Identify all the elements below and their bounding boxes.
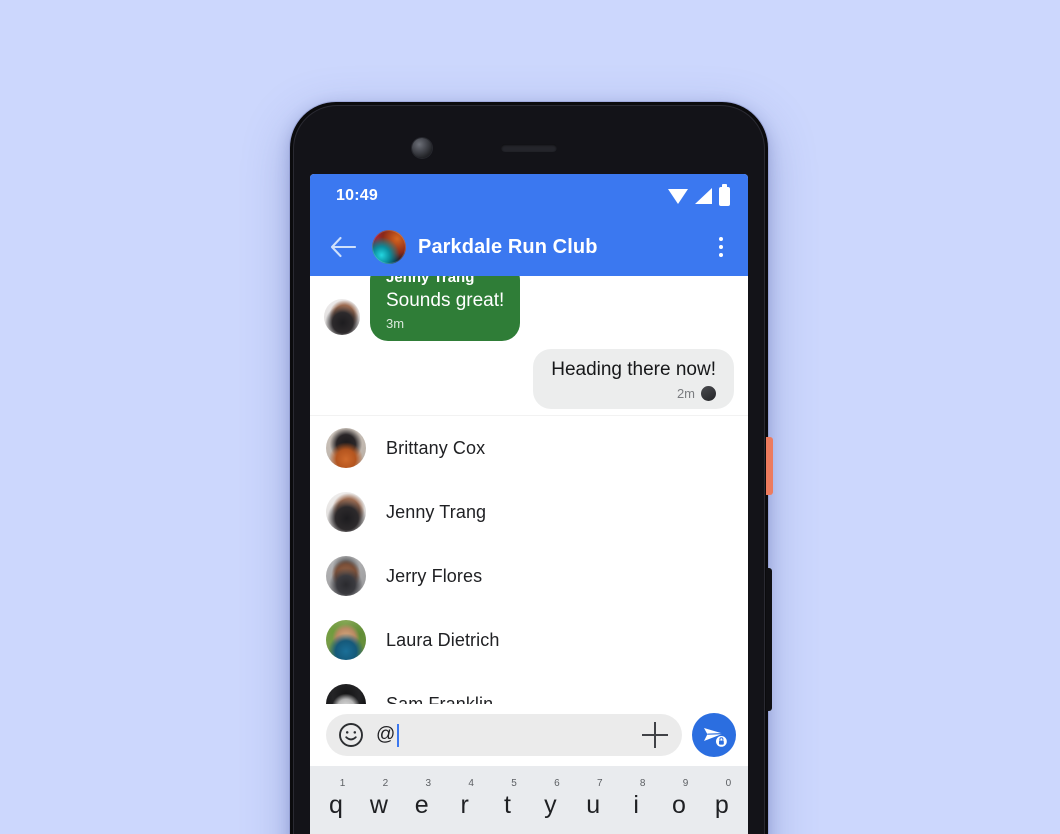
volume-rocker-button[interactable]	[766, 568, 772, 711]
message-row-outgoing: Heading there now! 2m	[310, 349, 748, 409]
message-bubble-outgoing[interactable]: Heading there now! 2m	[533, 349, 734, 409]
list-item[interactable]: Jenny Trang	[310, 480, 748, 544]
phone-device-frame: 10:49 Parkdale Run Club Jenny Trang Soun…	[290, 102, 773, 834]
key-letter: r	[460, 791, 469, 819]
mention-suggestion-list[interactable]: Brittany Cox Jenny Trang Jerry Flores La…	[310, 416, 748, 704]
list-item[interactable]: Laura Dietrich	[310, 608, 748, 672]
mention-name-label: Laura Dietrich	[386, 629, 500, 650]
signal-icon	[695, 188, 712, 204]
message-composer: @	[310, 704, 748, 766]
key-number: 2	[382, 778, 389, 789]
page-title: Parkdale Run Club	[418, 235, 598, 258]
list-item[interactable]: Jerry Flores	[310, 544, 748, 608]
text-caret	[397, 723, 400, 747]
overflow-menu-icon[interactable]	[708, 237, 734, 257]
key-number: 0	[725, 778, 732, 789]
avatar-jenny-trang	[326, 492, 366, 532]
message-input-value: @	[376, 724, 396, 745]
avatar-laura-dietrich	[326, 620, 366, 660]
back-arrow-icon[interactable]	[328, 232, 358, 262]
key-o[interactable]: 9 o	[660, 778, 698, 821]
key-letter: y	[544, 791, 557, 819]
key-number: 4	[468, 778, 474, 789]
message-text: Heading there now!	[551, 359, 716, 380]
wifi-icon	[668, 188, 688, 204]
group-avatar[interactable]	[372, 230, 406, 264]
app-bar: Parkdale Run Club	[310, 218, 748, 276]
message-timestamp: 2m	[676, 386, 695, 401]
key-number: 7	[596, 778, 603, 789]
avatar-brittany-cox	[326, 428, 366, 468]
mention-name-label: Jerry Flores	[386, 565, 483, 586]
conversation-thread[interactable]: Jenny Trang Sounds great! 3m Heading the…	[310, 276, 748, 416]
key-number: 9	[682, 778, 689, 789]
avatar-jenny-trang	[324, 299, 360, 335]
key-number: 1	[339, 778, 346, 789]
earpiece-speaker-icon	[501, 144, 557, 152]
key-p[interactable]: 0 p	[703, 778, 741, 821]
list-item[interactable]: Sam Franklin	[310, 672, 748, 704]
key-i[interactable]: 8 i	[617, 778, 655, 821]
key-w[interactable]: 2 w	[360, 778, 398, 821]
key-letter: o	[672, 791, 686, 819]
status-bar-time: 10:49	[336, 187, 378, 204]
key-u[interactable]: 7 u	[574, 778, 612, 821]
status-bar-icons	[668, 183, 730, 206]
key-r[interactable]: 4 r	[446, 778, 484, 821]
mention-name-label: Jenny Trang	[386, 501, 487, 522]
mention-name-label: Sam Franklin	[386, 693, 494, 705]
key-letter: u	[586, 791, 601, 819]
keyboard-row-top: 1 q 2 w 3 e 4 r 5 t 6 y 7 u 8 i 9 o 0 p	[310, 778, 748, 821]
message-sender-name: Jenny Trang	[386, 276, 475, 286]
emoji-smiley-icon[interactable]	[338, 722, 364, 748]
message-text: Sounds great!	[386, 290, 505, 311]
read-receipt-avatar	[701, 386, 716, 401]
plus-icon[interactable]	[642, 722, 668, 748]
message-bubble-incoming[interactable]: Jenny Trang Sounds great! 3m	[370, 276, 521, 341]
battery-icon	[719, 183, 730, 206]
power-button[interactable]	[766, 437, 773, 495]
key-letter: t	[504, 791, 511, 819]
list-item[interactable]: Brittany Cox	[310, 416, 748, 480]
phone-screen: 10:49 Parkdale Run Club Jenny Trang Soun…	[310, 174, 748, 834]
front-camera-icon	[412, 138, 432, 158]
avatar-jerry-flores	[326, 556, 366, 596]
key-letter: p	[714, 791, 729, 819]
on-screen-keyboard[interactable]: 1 q 2 w 3 e 4 r 5 t 6 y 7 u 8 i 9 o 0 p	[310, 766, 748, 834]
key-letter: i	[633, 791, 639, 819]
message-input-pill[interactable]: @	[326, 714, 682, 756]
key-t[interactable]: 5 t	[489, 778, 527, 821]
avatar-sam-franklin	[326, 684, 366, 704]
message-row-incoming: Jenny Trang Sounds great! 3m	[310, 276, 748, 341]
search-input[interactable]: @	[376, 723, 400, 747]
key-number: 8	[639, 778, 646, 789]
key-letter: q	[329, 791, 343, 819]
key-y[interactable]: 6 y	[531, 778, 569, 821]
key-letter: e	[414, 791, 429, 819]
key-q[interactable]: 1 q	[317, 778, 355, 821]
key-letter: w	[369, 791, 388, 819]
message-meta: 2m	[551, 384, 716, 403]
key-number: 6	[554, 778, 560, 789]
key-e[interactable]: 3 e	[403, 778, 441, 821]
status-bar: 10:49	[310, 174, 748, 218]
key-number: 5	[511, 778, 517, 789]
key-number: 3	[425, 778, 432, 789]
message-timestamp: 3m	[386, 316, 405, 331]
send-encrypted-icon[interactable]	[692, 713, 736, 757]
mention-name-label: Brittany Cox	[386, 437, 486, 458]
